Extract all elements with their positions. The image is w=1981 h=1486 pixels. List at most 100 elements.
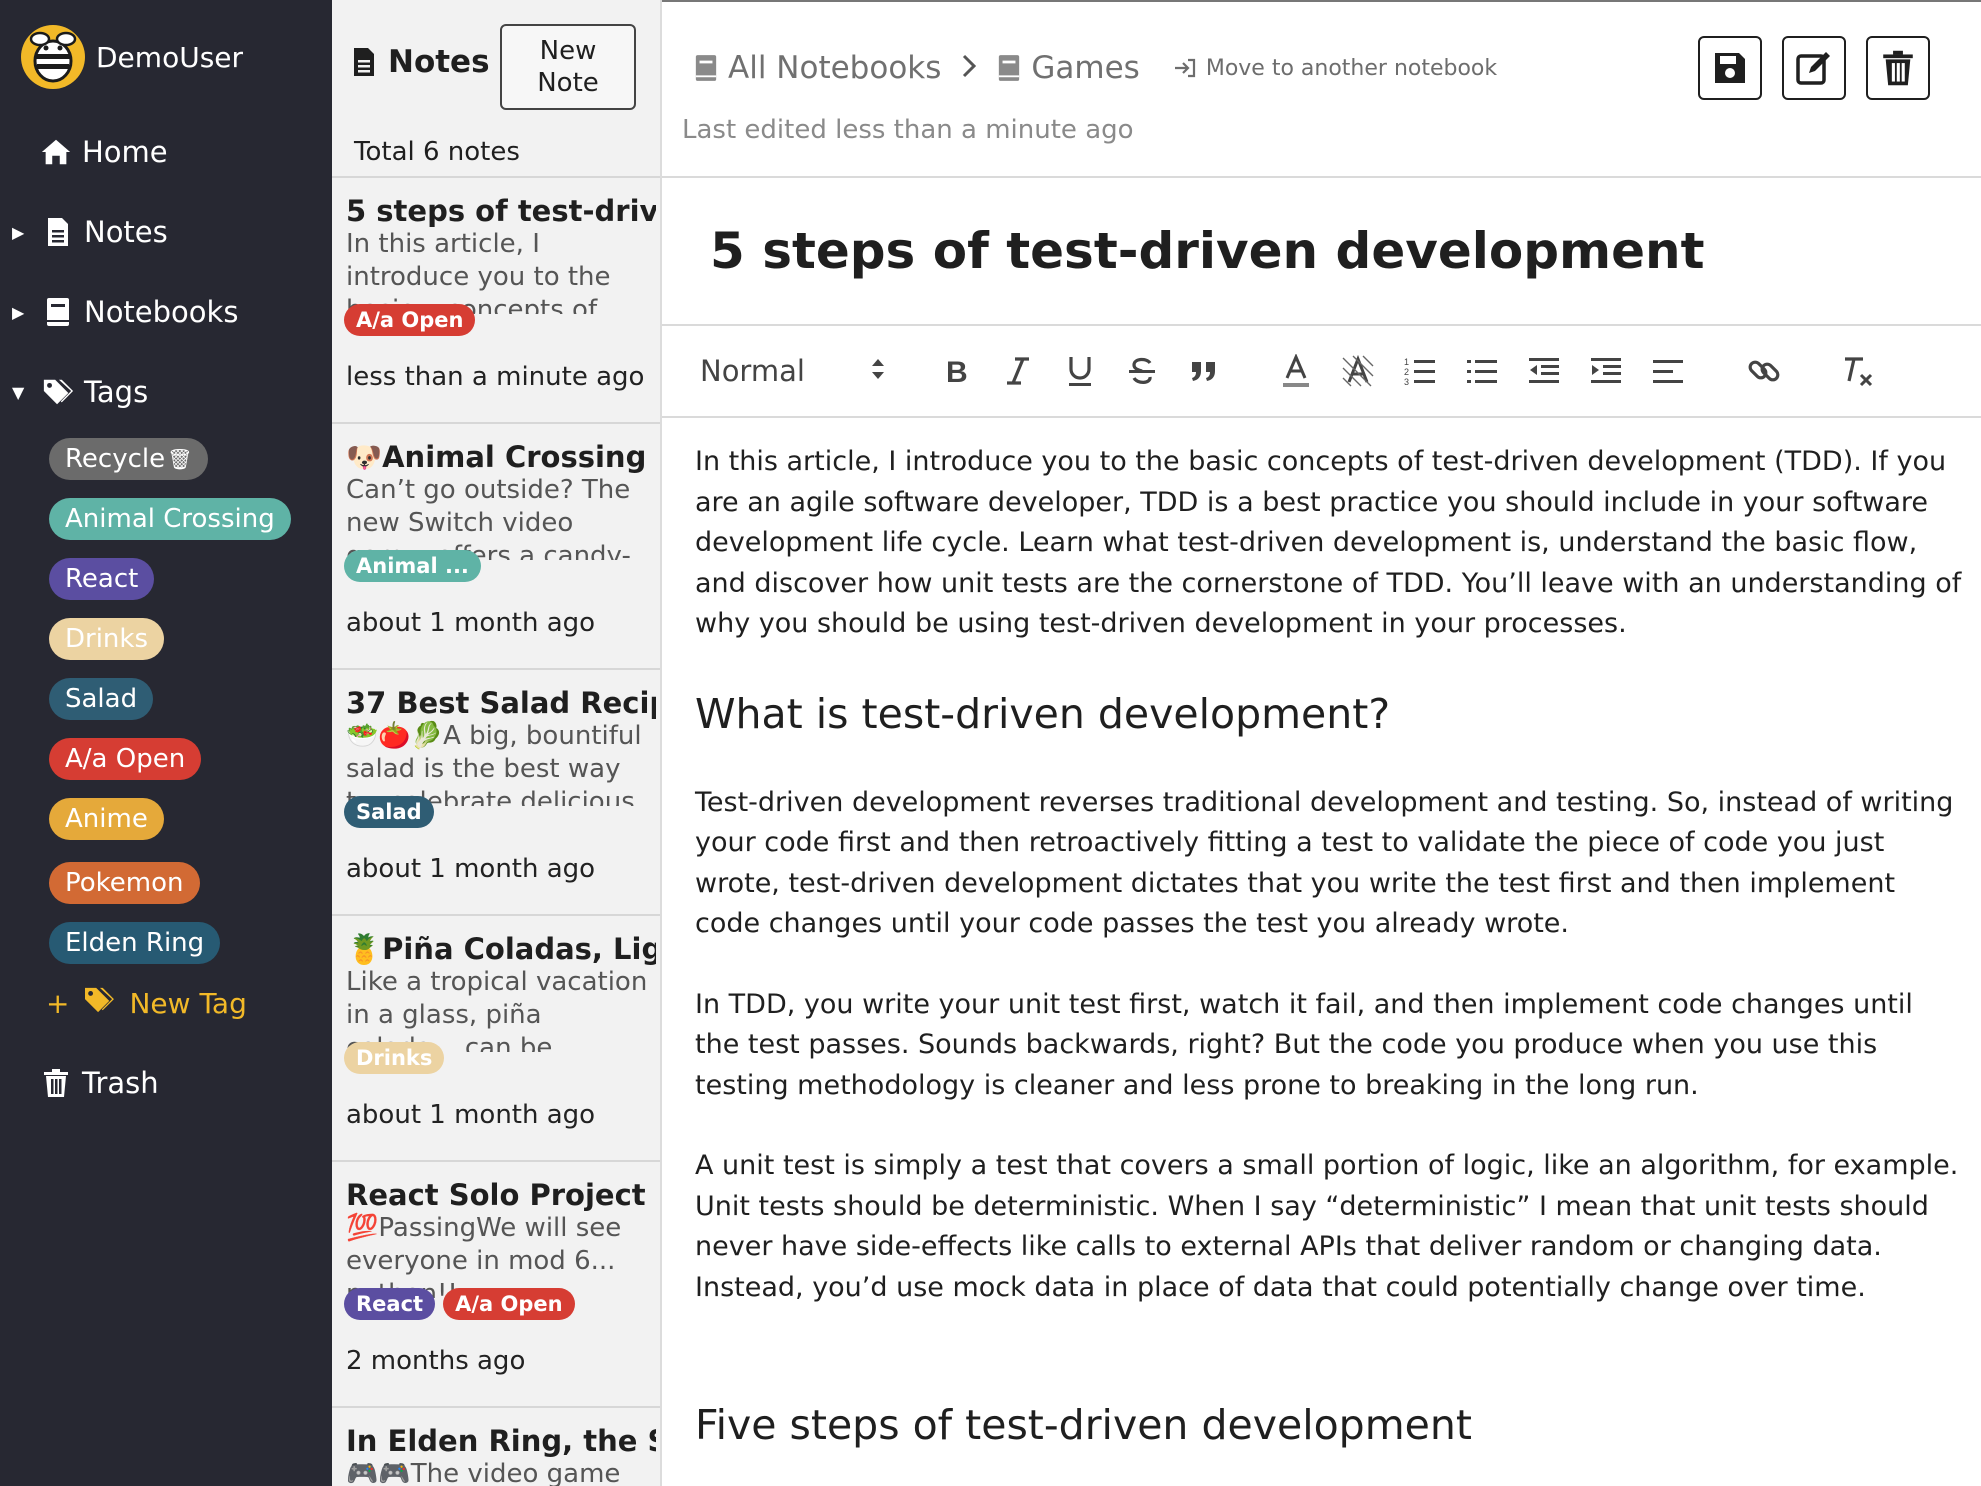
note-title: In Elden Ring, the Story	[346, 1424, 656, 1458]
tag-label: Animal Crossing	[65, 504, 275, 534]
nav-notes-label: Notes	[84, 215, 168, 249]
align-left-icon	[1653, 360, 1683, 383]
total-notes-count: Total 6 notes	[354, 137, 520, 167]
bullet-list-button[interactable]	[1462, 350, 1502, 392]
edit-icon	[1796, 52, 1830, 85]
notes-panel-header: Notes	[352, 44, 490, 80]
notebook-icon	[42, 296, 74, 328]
tag-anime[interactable]: Anime	[49, 798, 164, 840]
tag-drinks[interactable]: Drinks	[49, 618, 165, 660]
note-title: 37 Best Salad Recipes	[346, 686, 656, 720]
nav-home[interactable]: Home	[40, 127, 168, 177]
body-paragraph: In TDD, you write your unit test first, …	[695, 988, 1913, 1101]
note-card[interactable]: 5 steps of test-driven development In th…	[332, 178, 660, 422]
blockquote-button[interactable]	[1184, 350, 1224, 392]
note-snippet: In this article, I introduce you to the …	[346, 229, 611, 314]
underline-icon	[1069, 357, 1091, 386]
note-tag[interactable]: Animal ...	[344, 550, 481, 582]
strikethrough-button[interactable]	[1122, 350, 1162, 392]
breadcrumb-all-notebooks[interactable]: All Notebooks	[728, 50, 941, 86]
delete-button[interactable]	[1866, 36, 1930, 100]
note-card[interactable]: 🐶Animal Crossing Is Can’t go outside? Th…	[332, 424, 660, 668]
note-card[interactable]: In Elden Ring, the Story 🎮🎮The video gam…	[332, 1408, 660, 1486]
background-color-button[interactable]	[1338, 350, 1378, 392]
note-tag[interactable]: React	[344, 1288, 436, 1320]
note-title-input[interactable]: 5 steps of test-driven development	[710, 222, 1705, 280]
save-button[interactable]	[1698, 36, 1762, 100]
new-note-button[interactable]: New Note	[500, 24, 636, 110]
tag-react[interactable]: React	[49, 558, 155, 600]
format-select-value: Normal	[700, 354, 805, 388]
note-snippet: 🥗🍅🥬A big, bountiful salad is the best wa…	[346, 721, 642, 806]
note-tags: Salad	[344, 796, 442, 828]
nav-notes[interactable]: ▶ Notes	[0, 207, 168, 257]
note-tag[interactable]: Drinks	[344, 1042, 445, 1074]
notebook-icon	[694, 53, 718, 83]
italic-button[interactable]	[998, 350, 1038, 392]
note-tags: Drinks	[344, 1042, 452, 1074]
tag-pokemon[interactable]: Pokemon	[49, 862, 200, 904]
save-icon	[1715, 53, 1745, 83]
highlight-icon	[1342, 354, 1374, 387]
outdent-button[interactable]	[1524, 350, 1564, 392]
note-timestamp: about 1 month ago	[346, 1100, 596, 1130]
note-timestamp: less than a minute ago	[346, 362, 645, 392]
body-heading: Five steps of test-driven development	[695, 1401, 1472, 1449]
move-notebook-button[interactable]: Move to another notebook	[1174, 56, 1497, 81]
ordered-list-button[interactable]: 123	[1400, 350, 1440, 392]
tags-icon	[42, 376, 74, 408]
text-color-button[interactable]	[1276, 350, 1316, 392]
nav-notebooks[interactable]: ▶ Notebooks	[0, 287, 238, 337]
note-tag[interactable]: A/a Open	[443, 1288, 575, 1320]
tag-icon	[83, 986, 115, 1021]
note-card[interactable]: 🍍Piña Coladas, Light Like a tropical vac…	[332, 916, 660, 1160]
caret-down-icon: ▼	[12, 382, 25, 402]
bullet-list-icon	[1467, 360, 1497, 383]
quote-icon	[1192, 362, 1215, 381]
breadcrumb: All Notebooks Games Move to another note…	[694, 50, 1497, 86]
plus-icon: +	[46, 987, 70, 1020]
note-title: React Solo Project	[346, 1178, 646, 1212]
tag-recycle[interactable]: Recycle 🗑	[49, 438, 209, 480]
clear-format-button[interactable]	[1838, 350, 1878, 392]
breadcrumb-current-notebook[interactable]: Games	[1031, 50, 1139, 86]
heading-format-select[interactable]: Normal	[700, 348, 900, 394]
note-timestamp: about 1 month ago	[346, 854, 596, 884]
note-card[interactable]: 37 Best Salad Recipes 🥗🍅🥬A big, bountifu…	[332, 670, 660, 914]
note-timestamp: 2 months ago	[346, 1346, 526, 1376]
notes-panel-title: Notes	[388, 44, 490, 80]
bold-button[interactable]: B	[936, 350, 976, 392]
nav-tags[interactable]: ▼ Tags	[0, 367, 148, 417]
ordered-list-icon: 123	[1404, 357, 1435, 386]
edit-button[interactable]	[1782, 36, 1846, 100]
link-icon	[1748, 360, 1780, 382]
note-tag[interactable]: A/a Open	[344, 304, 476, 336]
divider	[662, 176, 1981, 178]
underline-button[interactable]	[1060, 350, 1100, 392]
user-profile[interactable]: DemoUser	[20, 22, 243, 92]
nav-trash[interactable]: Trash	[40, 1058, 159, 1108]
tag-elden-ring[interactable]: Elden Ring	[49, 922, 221, 964]
indent-button[interactable]	[1586, 350, 1626, 392]
note-snippet: Can’t go outside? The new Switch video g…	[346, 475, 631, 560]
formatting-toolbar: Normal B 123	[662, 328, 1981, 416]
note-card[interactable]: React Solo Project 💯PassingWe will see e…	[332, 1162, 660, 1406]
note-tags: React A/a Open	[344, 1288, 583, 1320]
new-tag-button[interactable]: + New Tag	[46, 986, 247, 1021]
link-button[interactable]	[1744, 350, 1784, 392]
chevron-right-icon	[961, 51, 977, 86]
note-tag[interactable]: Salad	[344, 796, 434, 828]
tag-aa-open[interactable]: A/a Open	[49, 738, 202, 780]
move-arrow-icon	[1174, 58, 1196, 78]
bee-logo-icon	[21, 25, 85, 89]
outdent-icon	[1529, 358, 1559, 383]
nav-home-label: Home	[82, 135, 168, 169]
note-title: 🍍Piña Coladas, Light	[346, 932, 656, 966]
note-body-editor[interactable]: In this article, I introduce you to the …	[695, 442, 1965, 1450]
tag-animal-crossing[interactable]: Animal Crossing	[49, 498, 291, 540]
tag-salad[interactable]: Salad	[49, 678, 154, 720]
note-snippet: Like a tropical vacation in a glass, piñ…	[346, 967, 648, 1052]
align-button[interactable]	[1648, 350, 1688, 392]
last-edited-text: Last edited less than a minute ago	[682, 115, 1134, 145]
strikethrough-icon	[1129, 357, 1155, 384]
